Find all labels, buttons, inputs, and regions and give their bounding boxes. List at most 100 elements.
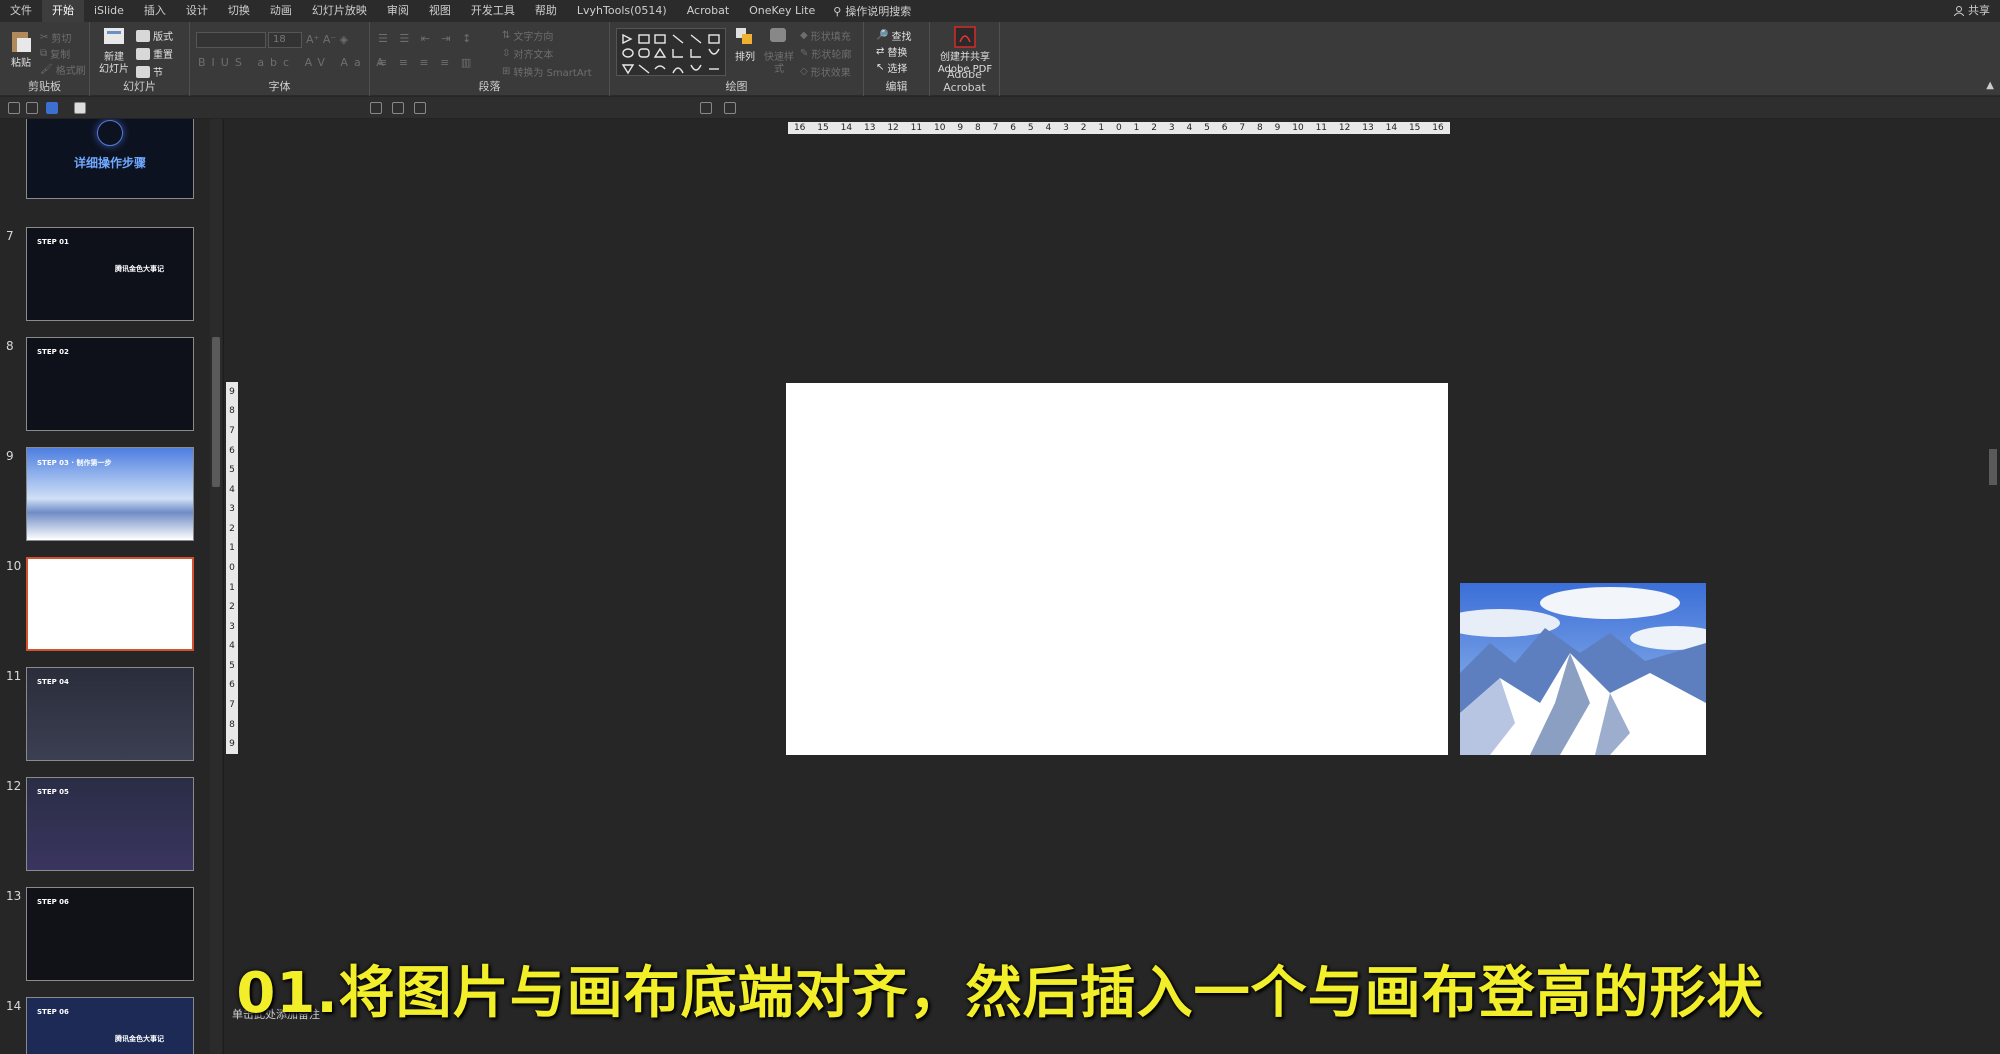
tab-4[interactable]: 设计 <box>176 0 218 22</box>
paste-button[interactable]: 粘贴 <box>6 28 36 70</box>
ruler-tick: 7 <box>229 700 235 711</box>
font-group-label: 字体 <box>268 80 291 93</box>
find-icon: 🔎 <box>876 30 889 41</box>
shape-effects-button[interactable]: ◇ 形状效果 <box>800 64 851 79</box>
qat-icon-6[interactable] <box>392 102 404 114</box>
font-style-buttons[interactable]: BIUS abc AV Aa A <box>198 56 390 69</box>
qat-icon-4[interactable] <box>74 102 86 114</box>
copy-button[interactable]: ⧉ 复制 <box>40 46 70 61</box>
select-label: 选择 <box>887 64 908 75</box>
section-button[interactable]: 节 <box>136 64 163 79</box>
smartart-icon: ⊞ <box>502 66 511 77</box>
tab-3[interactable]: 插入 <box>134 0 176 22</box>
section-icon <box>136 65 150 78</box>
ruler-tick: 5 <box>1204 123 1210 133</box>
tab-13[interactable]: Acrobat <box>677 0 739 22</box>
editing-group: 🔎 查找 ⇄ 替换 ↖ 选择 编辑 <box>864 22 930 96</box>
acrobat-group: 创建并共享 Adobe PDF Adobe Acrobat <box>930 22 1000 96</box>
ruler-tick: 8 <box>1256 123 1263 133</box>
tab-14[interactable]: OneKey Lite <box>739 0 825 22</box>
format-painter-button[interactable]: 🖌 格式刷 <box>40 62 86 77</box>
reset-button[interactable]: 重置 <box>136 46 173 61</box>
smartart-button[interactable]: ⊞ 转换为 SmartArt <box>502 64 592 79</box>
qat-icon-5[interactable] <box>370 102 382 114</box>
font-grow-buttons[interactable]: A⁺ A⁻ ◈ <box>306 33 348 46</box>
qat-icon-2[interactable] <box>26 102 38 114</box>
ruler-tick: 16 <box>793 123 806 133</box>
qat-icon-3[interactable] <box>46 102 58 114</box>
thumbnail-scroll-thumb[interactable] <box>212 337 220 487</box>
thumbnail-scrollbar[interactable] <box>210 119 222 1054</box>
align-text-button[interactable]: ⇳ 对齐文本 <box>502 46 553 61</box>
font-name-box[interactable] <box>196 32 266 48</box>
tab-11[interactable]: 帮助 <box>525 0 567 22</box>
new-slide-label-1: 新建 <box>104 52 124 63</box>
mountain-photo[interactable] <box>1460 583 1706 755</box>
ruler-tick: 5 <box>229 660 235 671</box>
editing-group-label: 编辑 <box>885 80 908 93</box>
shape-outline-button[interactable]: ✎ 形状轮廓 <box>800 46 851 61</box>
cut-icon: ✂ <box>40 32 49 43</box>
tab-2[interactable]: iSlide <box>84 0 134 22</box>
qat-icon-7[interactable] <box>414 102 426 114</box>
text-direction-icon: ⇅ <box>502 30 511 41</box>
tab-10[interactable]: 开发工具 <box>461 0 525 22</box>
shape-fill-button[interactable]: ◆ 形状填充 <box>800 28 851 43</box>
slide-thumbnail-11[interactable]: STEP 04 <box>26 667 194 761</box>
new-slide-button[interactable]: 新建 幻灯片 <box>96 26 132 76</box>
layout-button[interactable]: 版式 <box>136 28 173 43</box>
slide-thumbnail-10[interactable] <box>26 557 194 651</box>
slide-number: 13 <box>6 889 22 903</box>
slide-number: 11 <box>6 669 22 683</box>
cut-button[interactable]: ✂ 剪切 <box>40 30 71 45</box>
replace-button[interactable]: ⇄ 替换 <box>876 44 907 59</box>
list-buttons[interactable]: ☰ ☰ ⇤ ⇥ ↕ <box>378 32 475 45</box>
share-button[interactable]: 共享 <box>1954 0 1990 22</box>
slide-thumbnail-6[interactable]: 详细操作步骤 <box>26 119 194 199</box>
ruler-tick: 8 <box>229 406 235 417</box>
ruler-tick: 1 <box>1133 123 1140 133</box>
align-buttons[interactable]: ≡ ≡ ≡ ≡ ▥ <box>378 56 475 69</box>
text-direction-button[interactable]: ⇅ 文字方向 <box>502 28 553 43</box>
quick-styles-button[interactable]: 快速样式 <box>762 26 796 76</box>
tab-7[interactable]: 幻灯片放映 <box>302 0 377 22</box>
ruler-tick: 13 <box>1362 123 1374 133</box>
tab-5[interactable]: 切换 <box>218 0 260 22</box>
slide-thumbnail-12[interactable]: STEP 05 <box>26 777 194 871</box>
ruler-tick: 4 <box>229 641 235 652</box>
tab-1[interactable]: 开始 <box>42 0 84 22</box>
thumb-title: 详细操作步骤 <box>73 156 146 170</box>
cut-label: 剪切 <box>51 34 72 45</box>
cursor-icon: ↖ <box>876 62 885 73</box>
qat-icon-8[interactable] <box>700 102 712 114</box>
mountain-image <box>1460 583 1706 755</box>
collapse-ribbon-icon[interactable]: ▲ <box>1986 80 1994 91</box>
ruler-tick: 15 <box>817 123 829 133</box>
ruler-tick: 10 <box>934 123 946 133</box>
find-button[interactable]: 🔎 查找 <box>876 28 911 43</box>
tab-12[interactable]: LvyhTools(0514) <box>567 0 677 22</box>
slide-scrollbar[interactable] <box>1986 119 2000 1019</box>
slide-thumbnail-8[interactable]: STEP 02 <box>26 337 194 431</box>
tab-0[interactable]: 文件 <box>0 0 42 22</box>
drawing-group: 排列 快速样式 ◆ 形状填充 ✎ 形状轮廓 ◇ 形状效果 绘图 <box>610 22 864 96</box>
tab-8[interactable]: 审阅 <box>377 0 419 22</box>
slide-thumbnail-9[interactable]: STEP 03 · 制作第一步 <box>26 447 194 541</box>
slide-thumbnail-7[interactable]: STEP 01 腾讯金色大事记 <box>26 227 194 321</box>
slide-number: 7 <box>6 229 14 243</box>
select-button[interactable]: ↖ 选择 <box>876 60 907 75</box>
slide-canvas[interactable] <box>786 383 1448 755</box>
arrange-button[interactable]: 排列 <box>730 26 760 64</box>
tab-6[interactable]: 动画 <box>260 0 302 22</box>
text-direction-label: 文字方向 <box>513 32 554 43</box>
slide-scroll-thumb[interactable] <box>1989 449 1997 485</box>
ruler-tick: 12 <box>887 123 899 133</box>
qat-icon-9[interactable] <box>724 102 736 114</box>
tab-9[interactable]: 视图 <box>419 0 461 22</box>
slide-number: 12 <box>6 779 22 793</box>
font-size-box[interactable]: 18 <box>268 32 302 48</box>
tell-me-search[interactable]: ⚲ 操作说明搜索 <box>833 3 911 19</box>
shapes-gallery[interactable] <box>616 28 726 76</box>
ruler-tick: 7 <box>992 123 999 133</box>
qat-icon-1[interactable] <box>8 102 20 114</box>
